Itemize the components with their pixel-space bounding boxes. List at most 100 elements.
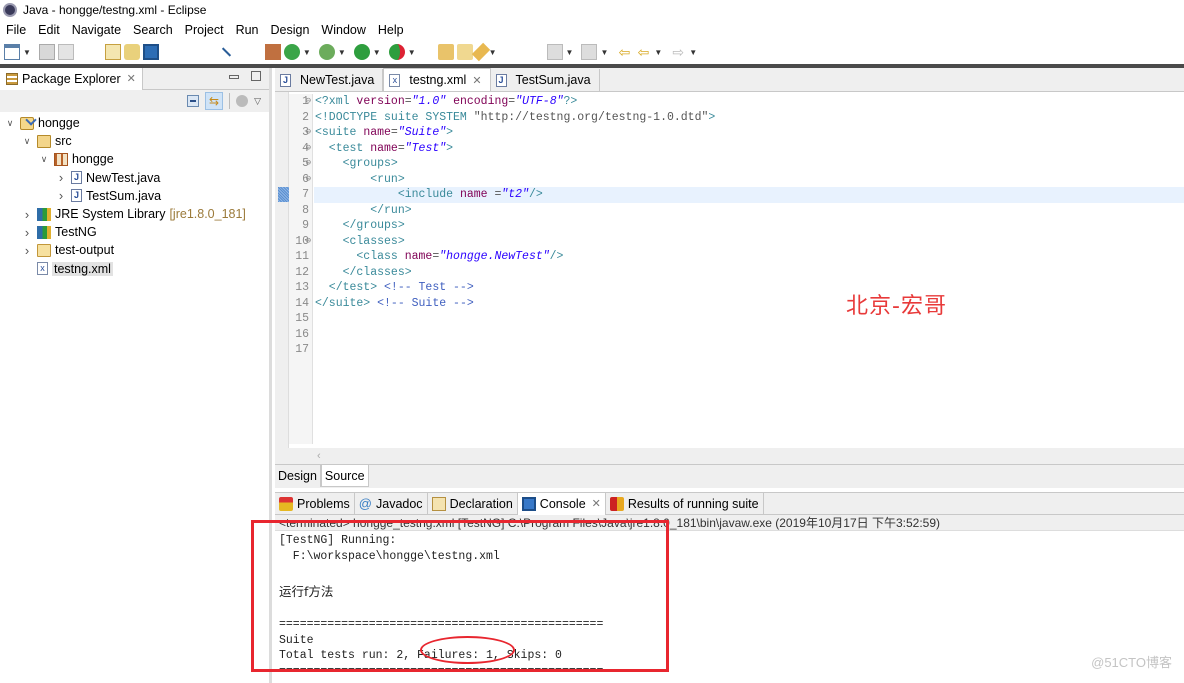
page-tab-source[interactable]: Source xyxy=(320,465,369,487)
back-icon[interactable]: ⇦ xyxy=(635,44,651,60)
fold-collapse-icon[interactable]: ⊖ xyxy=(306,94,311,110)
close-icon[interactable]: ✕ xyxy=(127,72,136,85)
fold-collapse-icon[interactable]: ⊖ xyxy=(306,172,311,188)
close-icon[interactable]: ✕ xyxy=(472,74,481,87)
open-type-icon[interactable] xyxy=(104,44,121,60)
forward-dropdown-icon[interactable]: ▼ xyxy=(689,48,697,57)
debug-icon[interactable] xyxy=(318,44,335,60)
code-line[interactable]: <classes> xyxy=(314,234,1184,250)
run-icon[interactable] xyxy=(353,44,370,60)
maximize-icon[interactable] xyxy=(251,71,261,81)
code-line[interactable]: </suite> <!-- Suite --> xyxy=(314,296,1184,312)
chevron-right-icon[interactable]: › xyxy=(21,243,33,258)
coverage-icon[interactable] xyxy=(283,44,300,60)
chevron-right-icon[interactable]: › xyxy=(55,188,67,203)
sync-icon[interactable] xyxy=(123,44,140,60)
tree-item[interactable]: ∨ hongge xyxy=(0,114,269,132)
link-with-editor-icon[interactable]: ⇆ xyxy=(205,92,224,110)
code-line[interactable]: <suite name="Suite"> xyxy=(314,125,1184,141)
fold-collapse-icon[interactable]: ⊖ xyxy=(306,234,311,250)
next-annotation-icon[interactable] xyxy=(546,44,563,60)
menu-help[interactable]: Help xyxy=(378,23,404,37)
fold-collapse-icon[interactable]: ⊖ xyxy=(306,125,311,141)
tab-results-of-running-suite[interactable]: Results of running suite xyxy=(606,492,764,515)
tab-declaration[interactable]: Declaration xyxy=(428,492,518,515)
editor-tab-newtest-java[interactable]: J NewTest.java xyxy=(275,69,384,91)
menu-window[interactable]: Window xyxy=(321,23,365,37)
code-content[interactable]: <?xml version="1.0" encoding="UTF-8"?> <!… xyxy=(314,94,1184,358)
skip-breakpoints-icon[interactable] xyxy=(218,44,234,60)
tree-item[interactable]: ∨ src xyxy=(0,132,269,150)
focus-on-task-icon[interactable] xyxy=(236,95,249,107)
prev-annotation-icon[interactable] xyxy=(581,44,598,60)
code-line[interactable] xyxy=(314,342,1184,358)
annotation-icon[interactable] xyxy=(471,42,490,62)
tree-item[interactable]: › JRE System Library [jre1.8.0_181] xyxy=(0,205,269,223)
chevron-down-icon[interactable]: ∨ xyxy=(4,118,16,129)
close-icon[interactable]: ✕ xyxy=(592,497,601,510)
menu-search[interactable]: Search xyxy=(133,23,173,37)
tab-console[interactable]: Console ✕ xyxy=(517,492,606,515)
code-line[interactable] xyxy=(314,311,1184,327)
external-tools-icon[interactable] xyxy=(388,44,405,60)
chevron-right-icon[interactable]: › xyxy=(21,225,33,240)
tab-javadoc[interactable]: @ Javadoc xyxy=(355,492,428,515)
code-line[interactable]: <!DOCTYPE suite SYSTEM "http://testng.or… xyxy=(314,110,1184,126)
code-line[interactable]: </groups> xyxy=(314,218,1184,234)
code-line[interactable]: <groups> xyxy=(314,156,1184,172)
xml-editor[interactable]: 1 ⊖ 2 3 ⊖ 4 ⊖ 5 ⊖ 6 ⊖ 7 8 9 10 ⊖ 11 12 13 14 15 16 17 <?xml ve… xyxy=(275,92,1184,448)
code-line[interactable] xyxy=(314,327,1184,343)
run-dropdown-icon[interactable]: ▼ xyxy=(373,48,381,57)
debug-dropdown-icon[interactable]: ▼ xyxy=(338,48,346,57)
tab-problems[interactable]: Problems xyxy=(275,492,355,515)
code-line[interactable]: <?xml version="1.0" encoding="UTF-8"?> xyxy=(314,94,1184,110)
menu-project[interactable]: Project xyxy=(185,23,224,37)
console-icon[interactable] xyxy=(142,44,159,60)
menu-file[interactable]: File xyxy=(6,23,26,37)
horizontal-scrollbar[interactable]: ‹ xyxy=(313,448,1184,464)
open-folder-icon[interactable] xyxy=(456,44,473,60)
code-line[interactable]: </classes> xyxy=(314,265,1184,281)
view-menu-icon[interactable]: ▽ xyxy=(254,96,261,107)
coverage-dropdown-icon[interactable]: ▼ xyxy=(303,48,311,57)
new-icon[interactable] xyxy=(4,44,20,60)
fold-collapse-icon[interactable]: ⊖ xyxy=(306,141,311,157)
code-line[interactable]: <include name ="t2"/> xyxy=(314,187,1184,203)
tree-item[interactable]: › J TestSum.java xyxy=(0,187,269,205)
menu-edit[interactable]: Edit xyxy=(38,23,60,37)
chevron-right-icon[interactable]: › xyxy=(55,170,67,185)
menu-run[interactable]: Run xyxy=(236,23,259,37)
code-line[interactable]: </run> xyxy=(314,203,1184,219)
code-line[interactable]: <run> xyxy=(314,172,1184,188)
chevron-down-icon[interactable]: ∨ xyxy=(21,136,33,147)
editor-tab-testsum-java[interactable]: J TestSum.java xyxy=(490,69,600,91)
save-icon[interactable] xyxy=(38,44,55,60)
fold-collapse-icon[interactable]: ⊖ xyxy=(306,156,311,172)
code-line[interactable]: <class name="hongge.NewTest"/> xyxy=(314,249,1184,265)
new-class-icon[interactable] xyxy=(264,44,281,60)
tree-item[interactable]: x testng.xml xyxy=(0,260,269,278)
code-line[interactable]: <test name="Test"> xyxy=(314,141,1184,157)
next-annotation-dropdown-icon[interactable]: ▼ xyxy=(566,48,574,57)
chevron-right-icon[interactable]: › xyxy=(21,207,33,222)
new-dropdown-icon[interactable]: ▼ xyxy=(23,48,31,57)
menu-design[interactable]: Design xyxy=(271,23,310,37)
prev-annotation-dropdown-icon[interactable]: ▼ xyxy=(600,48,608,57)
external-tools-dropdown-icon[interactable]: ▼ xyxy=(408,48,416,57)
save-all-icon[interactable] xyxy=(57,44,74,60)
minimize-icon[interactable] xyxy=(229,75,239,79)
forward-icon[interactable]: ⇨ xyxy=(670,44,686,60)
back-dropdown-icon[interactable]: ▼ xyxy=(654,48,662,57)
chevron-down-icon[interactable]: ∨ xyxy=(38,154,50,165)
last-edit-icon[interactable]: ⇦ xyxy=(616,44,632,60)
code-line[interactable]: </test> <!-- Test --> xyxy=(314,280,1184,296)
menu-navigate[interactable]: Navigate xyxy=(72,23,121,37)
tree-item[interactable]: › TestNG xyxy=(0,223,269,241)
tree-item[interactable]: › test-output xyxy=(0,241,269,259)
editor-tab-testng-xml[interactable]: x testng.xml ✕ xyxy=(383,68,491,91)
page-tab-design[interactable]: Design xyxy=(275,465,321,487)
tab-package-explorer[interactable]: Package Explorer ✕ xyxy=(0,67,143,90)
open-project-icon[interactable] xyxy=(437,44,454,60)
console-output[interactable]: [TestNG] Running: F:\workspace\hongge\te… xyxy=(275,531,1184,679)
tree-item[interactable]: ∨ hongge xyxy=(0,150,269,168)
